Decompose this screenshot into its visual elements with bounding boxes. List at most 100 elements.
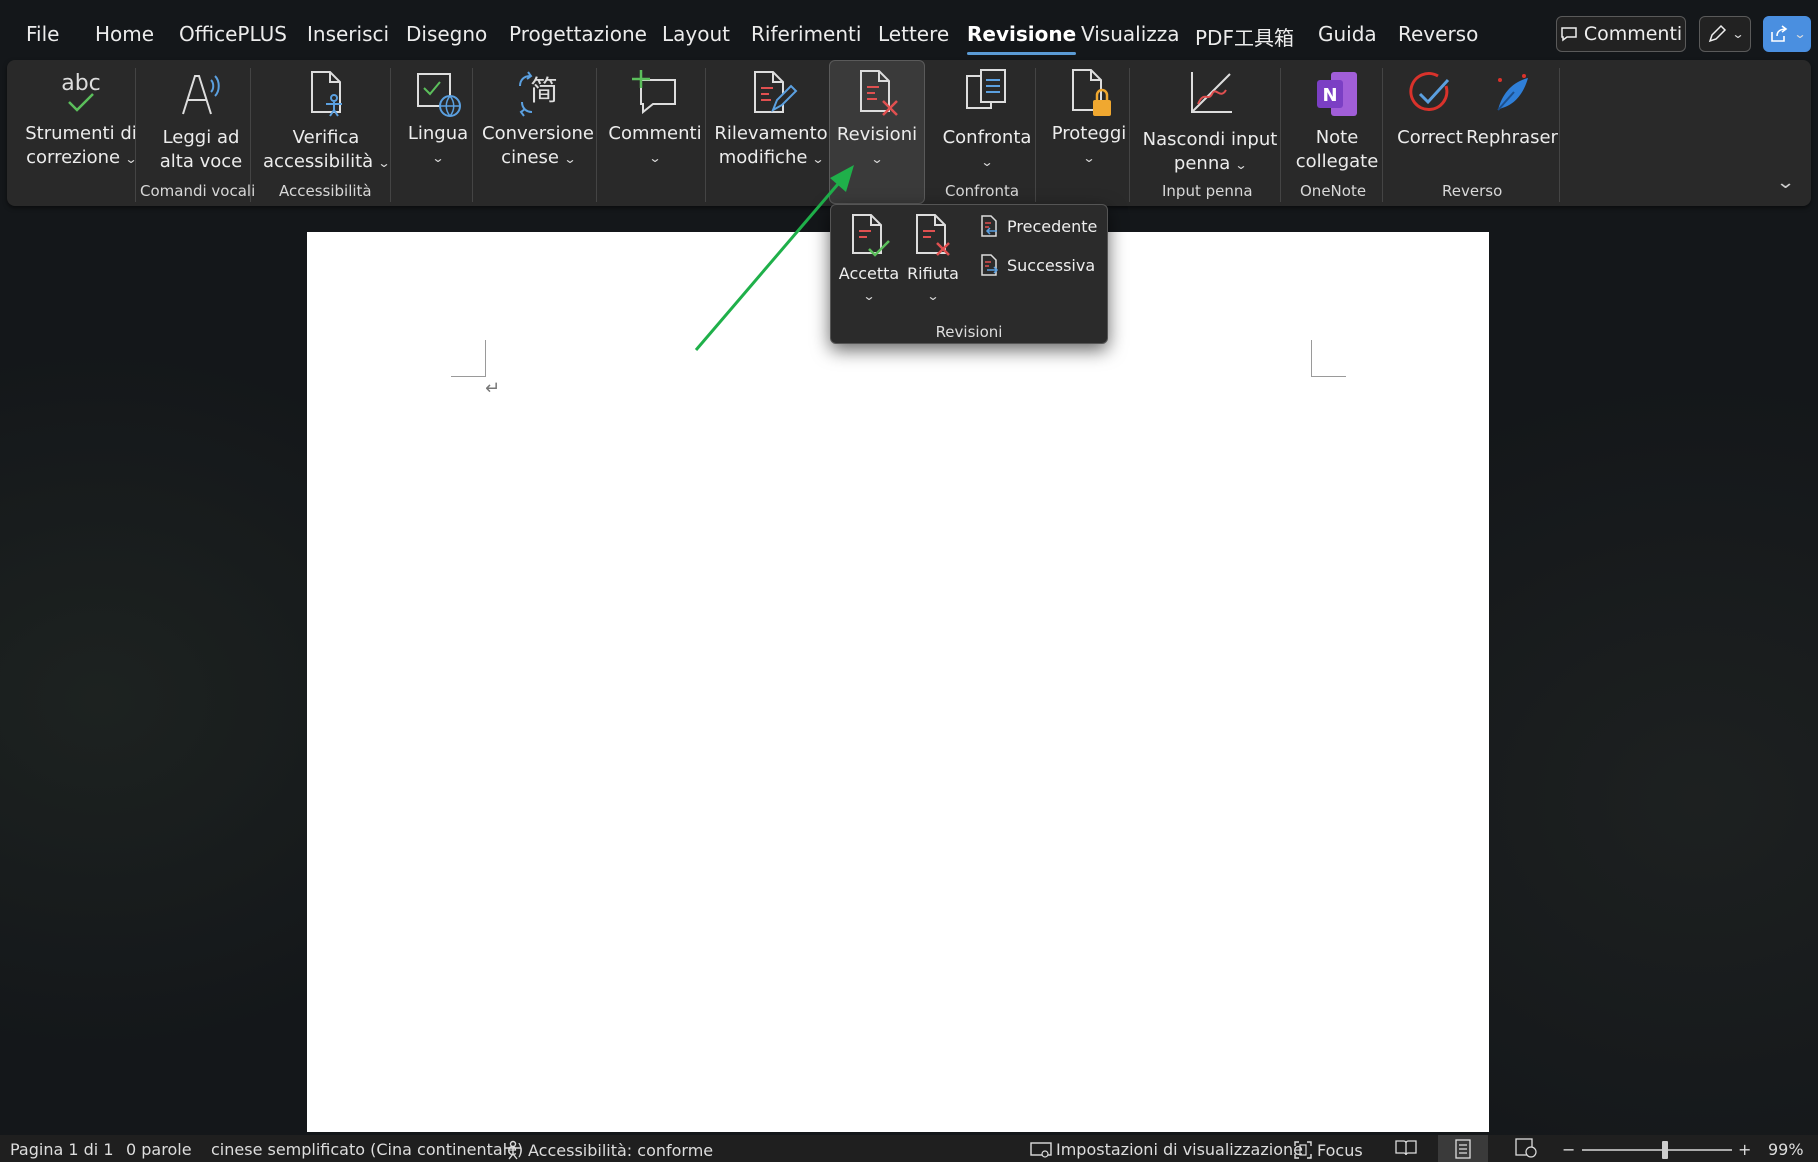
chinese-conversion-label-2: cinese ⌄ [501, 146, 576, 171]
read-mode-button[interactable] [1392, 1137, 1420, 1159]
language-status[interactable]: cinese semplificato (Cina continentale) [211, 1140, 523, 1159]
accessibility-check-button[interactable]: Verifica accessibilità ⌄ [261, 60, 391, 200]
next-change-button[interactable]: Successiva [979, 250, 1095, 280]
compare-icon [959, 66, 1015, 122]
read-mode-icon [1395, 1140, 1417, 1156]
zoom-slider-track[interactable] [1582, 1149, 1732, 1151]
proofing-tools-label-2: correzione ⌄ [26, 146, 137, 171]
display-settings-button[interactable]: Impostazioni di visualizzazione [1030, 1140, 1303, 1159]
tab-pdf-toolbox[interactable]: PDF工具箱 [1195, 22, 1294, 51]
next-label: Successiva [1007, 255, 1096, 275]
separator [1035, 68, 1036, 202]
share-icon [1771, 25, 1788, 42]
language-label: Lingua [407, 123, 469, 144]
page-count[interactable]: Pagina 1 di 1 [10, 1140, 114, 1159]
accessibility-check-label-1: Verifica [292, 127, 360, 148]
rephraser-feather-icon [1484, 66, 1540, 122]
chevron-down-icon: ⌄ [862, 289, 876, 303]
group-label-voice-commands: Comandi vocali [140, 182, 256, 200]
read-aloud-label-2: alta voce [159, 151, 243, 172]
group-label-accessibility: Accessibilità [279, 182, 372, 200]
share-button[interactable]: ⌄ [1763, 16, 1811, 52]
accessibility-status-label: Accessibilità: conforme [528, 1140, 714, 1160]
previous-change-icon [981, 215, 997, 237]
tab-disegno[interactable]: Disegno [406, 22, 487, 46]
tab-guida[interactable]: Guida [1318, 22, 1377, 46]
reject-button[interactable]: Rifiuta ⌄ [903, 211, 963, 307]
comments-ribbon-label: Commenti [608, 123, 702, 144]
hide-ink-label-1: Nascondi input [1142, 129, 1278, 150]
chinese-conversion-label-1: Conversione [482, 123, 594, 144]
pencil-icon [1708, 24, 1727, 43]
language-button[interactable]: Lingua ⌄ [397, 60, 479, 200]
zoom-in-button[interactable]: + [1738, 1140, 1751, 1159]
accept-button[interactable]: Accetta ⌄ [839, 211, 899, 307]
reverso-rephraser-button[interactable]: Rephraser [1466, 60, 1558, 200]
linked-notes-label-2: collegate [1295, 151, 1379, 172]
separator [250, 68, 251, 202]
linked-notes-button[interactable]: N Note collegate [1287, 60, 1387, 200]
editing-mode-button[interactable]: ⌄ [1699, 16, 1751, 52]
comments-ribbon-button[interactable]: Commenti ⌄ [603, 60, 707, 200]
previous-change-button[interactable]: Precedente [979, 211, 1097, 241]
group-label-reverso: Reverso [1442, 182, 1503, 200]
print-layout-icon [1455, 1138, 1471, 1159]
proofing-tools-label-1: Strumenti di [25, 123, 137, 144]
tab-officeplus[interactable]: OfficePLUS [179, 22, 287, 46]
separator [596, 68, 597, 202]
linked-notes-label-1: Note [1315, 127, 1359, 148]
ribbon-expand-chevron-icon[interactable]: ⌄ [1776, 172, 1796, 193]
group-label-onenote: OneNote [1300, 182, 1367, 200]
protect-label: Proteggi [1051, 123, 1127, 144]
web-layout-button[interactable] [1512, 1137, 1540, 1159]
word-count[interactable]: 0 parole [126, 1140, 192, 1159]
proofing-tools-button[interactable]: abc Strumenti di correzione ⌄ [17, 60, 145, 200]
reject-label: Rifiuta [907, 264, 959, 283]
separator [1559, 68, 1560, 202]
menu-bar: File Home OfficePLUS Inserisci Disegno P… [0, 14, 1818, 58]
accessibility-status[interactable]: Accessibilità: conforme [502, 1140, 713, 1160]
hide-ink-icon [1182, 66, 1238, 122]
focus-button[interactable]: Focus [1293, 1140, 1363, 1160]
spelling-check-icon: abc [53, 66, 109, 122]
tab-lettere[interactable]: Lettere [878, 22, 949, 46]
print-layout-button[interactable] [1438, 1135, 1488, 1162]
read-aloud-button[interactable]: Leggi ad alta voce [147, 60, 255, 200]
new-comment-icon [627, 66, 683, 122]
chinese-conversion-button[interactable]: 简 Conversione cinese ⌄ [479, 60, 597, 200]
protect-button[interactable]: Proteggi ⌄ [1041, 60, 1137, 200]
chevron-down-icon: ⌄ [811, 152, 825, 166]
ribbon: abc Strumenti di correzione ⌄ Leggi ad a… [7, 60, 1811, 206]
tab-riferimenti[interactable]: Riferimenti [751, 22, 861, 46]
zoom-level[interactable]: 99% [1768, 1140, 1804, 1159]
track-changes-button[interactable]: Rilevamento modifiche ⌄ [712, 60, 830, 200]
web-layout-icon [1515, 1138, 1537, 1158]
changes-button[interactable]: Revisioni ⌄ [829, 60, 925, 204]
tab-progettazione[interactable]: Progettazione [509, 22, 647, 46]
zoom-slider-thumb[interactable] [1661, 1141, 1668, 1159]
accept-changes-icon [852, 214, 890, 257]
chinese-conversion-icon: 简 [510, 66, 566, 122]
hide-ink-label-2: penna ⌄ [1174, 152, 1248, 177]
reverso-correct-button[interactable]: Correct [1389, 60, 1471, 200]
tab-visualizza[interactable]: Visualizza [1081, 22, 1180, 46]
comments-button[interactable]: Commenti [1556, 16, 1686, 52]
onenote-icon: N [1309, 66, 1365, 122]
document-page[interactable]: ↵ [307, 232, 1489, 1132]
chevron-down-icon: ⌄ [980, 155, 994, 169]
zoom-out-button[interactable]: − [1562, 1140, 1575, 1159]
track-changes-label-2: modifiche ⌄ [719, 146, 825, 171]
hide-ink-button[interactable]: Nascondi input penna ⌄ [1135, 60, 1285, 200]
previous-label: Precedente [1007, 216, 1098, 236]
compare-button[interactable]: Confronta ⌄ [935, 60, 1039, 200]
separator [472, 68, 473, 202]
changes-dropdown: Accetta ⌄ Rifiuta ⌄ Precedente Successiv… [830, 204, 1108, 344]
tab-file[interactable]: File [26, 22, 59, 46]
tab-home[interactable]: Home [95, 22, 154, 46]
tab-reverso[interactable]: Reverso [1398, 22, 1478, 46]
tab-inserisci[interactable]: Inserisci [307, 22, 389, 46]
accessibility-icon [298, 66, 354, 122]
tab-layout[interactable]: Layout [662, 22, 730, 46]
tab-revisione[interactable]: Revisione [967, 22, 1077, 55]
focus-label: Focus [1317, 1140, 1363, 1160]
